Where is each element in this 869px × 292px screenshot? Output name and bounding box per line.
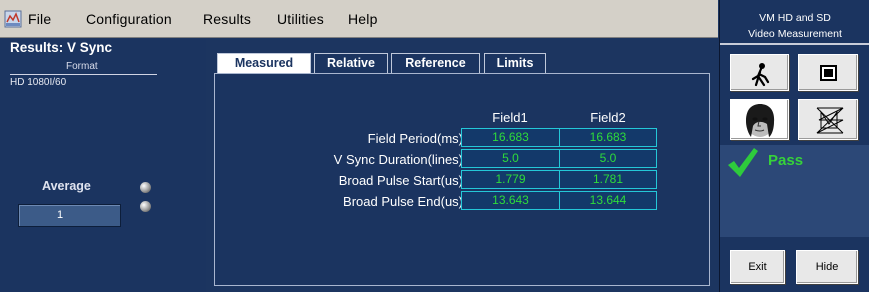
row-label-broad-pulse-end: Broad Pulse End(us) [343, 194, 463, 209]
tab-measured[interactable]: Measured [217, 53, 311, 74]
menu-bar: File Configuration Results Utilities Hel… [0, 0, 718, 38]
row-label-field-period: Field Period(ms) [367, 131, 463, 146]
average-value: 1 [57, 209, 64, 221]
app-title-line1: VM HD and SD [759, 12, 831, 24]
app-icon [4, 10, 22, 28]
value-field-period-field1: 16.683 [461, 128, 560, 147]
display-mode-button[interactable] [730, 99, 789, 140]
value-broad-pulse-end-field1: 13.643 [461, 191, 560, 210]
row-label-v-sync-duration: V Sync Duration(lines) [333, 152, 463, 167]
stop-button[interactable] [798, 54, 858, 91]
menu-results[interactable]: Results [203, 11, 251, 27]
run-icon [751, 63, 770, 87]
value-v-sync-duration-field2: 5.0 [559, 149, 657, 168]
results-panel: Results: V Sync Format HD 1080I/60 Avera… [0, 39, 206, 292]
value-broad-pulse-start-field1: 1.779 [461, 170, 560, 189]
menu-file[interactable]: File [28, 11, 51, 27]
average-label: Average [42, 179, 91, 193]
face-icon [746, 104, 775, 137]
app-title: VM HD and SD Video Measurement [720, 10, 869, 42]
menu-configuration[interactable]: Configuration [86, 11, 172, 27]
value-broad-pulse-end-field2: 13.644 [559, 191, 657, 210]
results-title: Results: V Sync [10, 40, 113, 55]
waveform-button[interactable] [798, 99, 858, 140]
average-radio-off[interactable] [140, 201, 151, 212]
value-broad-pulse-start-field2: 1.781 [559, 170, 657, 189]
tab-limits[interactable]: Limits [484, 53, 546, 73]
column-header-field2: Field2 [590, 110, 626, 125]
menu-help[interactable]: Help [348, 11, 378, 27]
menu-utilities[interactable]: Utilities [277, 11, 324, 27]
status-area: Pass [720, 145, 869, 237]
format-label: Format [66, 61, 98, 72]
format-value: HD 1080I/60 [10, 77, 67, 88]
measured-panel: Field1 Field2 Field Period(ms) 16.683 16… [214, 73, 710, 286]
run-button[interactable] [730, 54, 789, 91]
average-radio-on[interactable] [140, 182, 151, 193]
tab-reference[interactable]: Reference [391, 53, 480, 73]
title-divider [720, 43, 869, 45]
waveform-icon [816, 107, 844, 134]
average-input[interactable]: 1 [18, 204, 121, 227]
checkmark-icon [728, 148, 758, 177]
status-pass: Pass [768, 152, 804, 169]
value-field-period-field2: 16.683 [559, 128, 657, 147]
app-title-line2: Video Measurement [748, 28, 842, 40]
hide-button[interactable]: Hide [796, 250, 858, 284]
stop-icon [820, 65, 837, 81]
exit-button[interactable]: Exit [730, 250, 785, 284]
column-header-field1: Field1 [492, 110, 528, 125]
tab-relative[interactable]: Relative [314, 53, 388, 73]
format-divider [10, 74, 157, 75]
control-panel: VM HD and SD Video Measurement Pass Exit… [719, 0, 869, 292]
row-label-broad-pulse-start: Broad Pulse Start(us) [338, 173, 463, 188]
value-v-sync-duration-field1: 5.0 [461, 149, 560, 168]
